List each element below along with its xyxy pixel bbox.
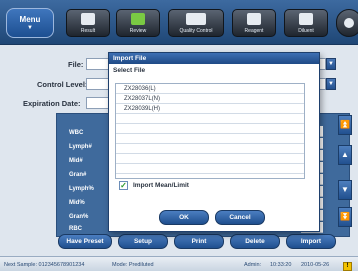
delete-button[interactable]: Delete <box>230 234 280 249</box>
param-name: Mid# <box>69 158 83 164</box>
param-name: Gran% <box>69 214 89 220</box>
import-mean-limit-label: Import Mean/Limit <box>133 182 189 189</box>
power-icon <box>344 18 354 28</box>
chevron-down-icon[interactable]: ▼ <box>326 78 336 90</box>
list-item[interactable] <box>116 114 304 124</box>
diluent-label: Diluent <box>298 28 314 34</box>
expiration-date-label: Expiration Date: <box>23 99 81 108</box>
control-level-field[interactable] <box>86 78 110 90</box>
reagent-label: Reagent <box>244 28 264 34</box>
next-sample-text: Next Sample: 012345678901234 <box>4 262 85 268</box>
param-name: RBC <box>69 226 82 232</box>
scroll-top-icon[interactable]: ⏫ <box>338 115 352 135</box>
app-screen: Menu ▼ Result Review Quality Control Rea… <box>0 0 358 271</box>
mode-text: Mode: Prediluted <box>112 262 154 268</box>
file-list: ZX28036(L) ZX28037L(N) ZX28039L(H) <box>115 83 305 179</box>
status-bar: Next Sample: 012345678901234 Mode: Predi… <box>0 256 358 271</box>
list-item[interactable] <box>116 144 304 154</box>
chevron-down-icon: ▼ <box>27 25 33 31</box>
param-name: Mid% <box>69 200 85 206</box>
reagent-button[interactable]: Reagent <box>232 9 276 37</box>
date-text: 2010-05-26 <box>301 262 330 268</box>
review-label: Review <box>129 28 147 34</box>
list-item[interactable] <box>116 134 304 144</box>
list-item[interactable] <box>116 154 304 164</box>
list-item[interactable]: ZX28036(L) <box>116 84 304 94</box>
param-name: Lymph% <box>69 186 94 192</box>
have-preset-button[interactable]: Have Preset <box>58 234 112 249</box>
top-toolbar: Menu ▼ Result Review Quality Control Rea… <box>0 0 358 45</box>
diluent-icon <box>299 13 313 25</box>
setup-button[interactable]: Setup <box>118 234 168 249</box>
user-label: Admin: <box>244 262 262 268</box>
scroll-up-icon[interactable]: ▲ <box>338 145 352 165</box>
time-text: 10:33:20 <box>270 262 292 268</box>
dialog-subtitle: Select File <box>113 67 146 74</box>
quality-control-button[interactable]: Quality Control <box>168 9 224 37</box>
menu-button[interactable]: Menu ▼ <box>6 8 54 38</box>
list-item[interactable] <box>116 124 304 134</box>
review-button[interactable]: Review <box>116 9 160 37</box>
import-mean-limit-checkbox[interactable]: ✓ <box>119 181 128 190</box>
chevron-down-icon[interactable]: ▼ <box>326 58 336 70</box>
import-file-dialog: Import File Select File ZX28036(L) ZX280… <box>108 52 320 232</box>
list-item[interactable] <box>116 164 304 174</box>
reagent-icon <box>247 13 261 25</box>
cancel-button[interactable]: Cancel <box>215 210 265 225</box>
param-name: Lymph# <box>69 144 92 150</box>
warning-icon[interactable]: ! <box>343 262 352 271</box>
param-name: WBC <box>69 130 84 136</box>
review-icon <box>131 13 145 25</box>
menu-label: Menu <box>19 15 41 24</box>
control-level-label: Control Level: <box>37 80 88 89</box>
result-icon <box>81 13 95 25</box>
list-item[interactable]: ZX28039L(H) <box>116 104 304 114</box>
result-label: Result <box>80 28 96 34</box>
dialog-title: Import File <box>109 53 319 64</box>
expiration-date-field[interactable] <box>86 97 110 109</box>
print-button[interactable]: Print <box>174 234 224 249</box>
quality-control-label: Quality Control <box>179 28 213 34</box>
result-button[interactable]: Result <box>66 9 110 37</box>
power-button[interactable] <box>336 9 358 37</box>
ok-button[interactable]: OK <box>159 210 209 225</box>
diluent-button[interactable]: Diluent <box>284 9 328 37</box>
param-name: Gran# <box>69 172 87 178</box>
file-field[interactable] <box>86 58 110 70</box>
quality-control-icon <box>186 13 206 25</box>
scroll-bottom-icon[interactable]: ⏬ <box>338 207 352 227</box>
file-label: File: <box>68 60 84 69</box>
list-item[interactable]: ZX28037L(N) <box>116 94 304 104</box>
scroll-down-icon[interactable]: ▼ <box>338 180 352 200</box>
import-button[interactable]: Import <box>286 234 336 249</box>
